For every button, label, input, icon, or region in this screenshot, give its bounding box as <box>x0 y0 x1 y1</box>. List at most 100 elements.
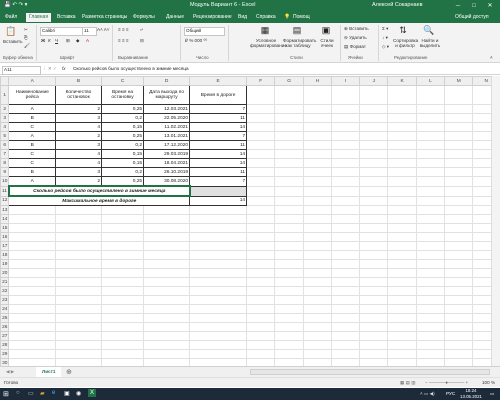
cell[interactable] <box>331 158 361 168</box>
cell[interactable] <box>302 295 333 305</box>
sort-filter-icon[interactable]: ⇅ <box>396 24 410 36</box>
cell[interactable] <box>387 313 417 323</box>
max-time-label-cell[interactable]: Максимальное время в дороге <box>8 195 191 206</box>
table-cell[interactable]: 4 <box>54 122 103 132</box>
cell[interactable] <box>246 176 276 187</box>
cell[interactable] <box>331 232 361 242</box>
row-header[interactable]: 19 <box>0 259 10 269</box>
column-header[interactable]: E <box>189 76 248 86</box>
sheet-nav-arrows[interactable]: ◀ ▶ <box>6 369 14 375</box>
cell[interactable] <box>331 313 361 323</box>
cell[interactable] <box>359 340 389 350</box>
cell[interactable] <box>246 304 276 314</box>
cell[interactable] <box>444 259 474 269</box>
table-cell[interactable]: 2 <box>54 104 103 114</box>
cell[interactable] <box>54 286 103 296</box>
cell[interactable] <box>359 313 389 323</box>
cell[interactable] <box>8 223 56 233</box>
cell[interactable] <box>444 232 474 242</box>
clear-icon[interactable]: ◇ ▾ <box>382 44 389 50</box>
cell[interactable] <box>415 167 446 177</box>
cell[interactable] <box>302 277 333 287</box>
cell[interactable] <box>444 167 474 177</box>
paste-button[interactable]: Вставить <box>3 39 22 44</box>
cell[interactable] <box>100 322 145 332</box>
cell[interactable] <box>444 241 474 251</box>
fill-icon[interactable]: ↓ ▾ <box>382 35 388 41</box>
cell[interactable] <box>444 131 474 141</box>
winter-trips-value-cell[interactable] <box>189 185 248 197</box>
font-color-icon[interactable]: A <box>86 38 89 43</box>
cell[interactable] <box>246 195 276 206</box>
cell[interactable] <box>246 232 276 242</box>
cell[interactable] <box>100 268 145 278</box>
cell[interactable] <box>302 113 333 123</box>
cell[interactable] <box>274 214 304 224</box>
cell[interactable] <box>274 241 304 251</box>
cell[interactable] <box>415 277 446 287</box>
cell[interactable] <box>359 331 389 341</box>
cell[interactable] <box>189 214 248 224</box>
table-cell[interactable]: 0,2 <box>100 140 145 150</box>
format-cells-button[interactable]: ▤ Формат <box>344 44 366 50</box>
cell[interactable] <box>246 214 276 224</box>
cell[interactable] <box>444 223 474 233</box>
cell[interactable] <box>54 322 103 332</box>
cell[interactable] <box>274 250 304 260</box>
tab-help[interactable]: Справка <box>256 14 276 20</box>
close-button[interactable]: ✕ <box>484 1 496 11</box>
cell[interactable] <box>8 295 56 305</box>
cell[interactable] <box>189 349 248 359</box>
borders-icon[interactable]: ⊞ <box>66 38 70 44</box>
cell[interactable] <box>143 349 191 359</box>
cell[interactable] <box>143 214 191 224</box>
cell[interactable] <box>331 295 361 305</box>
cell[interactable] <box>415 322 446 332</box>
cell[interactable] <box>302 85 333 105</box>
cell[interactable] <box>143 295 191 305</box>
task-view-icon[interactable]: ▭ <box>28 390 34 397</box>
cell[interactable] <box>143 304 191 314</box>
cell[interactable] <box>331 131 361 141</box>
cell[interactable] <box>444 313 474 323</box>
cell[interactable] <box>444 149 474 159</box>
cell[interactable] <box>331 250 361 260</box>
search-icon[interactable]: ○ <box>16 390 20 396</box>
table-cell[interactable]: B <box>8 113 56 123</box>
excel-taskbar-icon[interactable]: X <box>88 389 97 397</box>
table-cell[interactable]: 13.01.2021 <box>143 131 191 141</box>
cell[interactable] <box>189 241 248 251</box>
find-select-button[interactable]: Найти и выделить <box>419 38 441 48</box>
cell[interactable] <box>415 241 446 251</box>
cell[interactable] <box>415 185 446 197</box>
cell[interactable] <box>189 304 248 314</box>
cell[interactable] <box>302 259 333 269</box>
table-cell[interactable]: 0,2 <box>100 167 145 177</box>
cell[interactable] <box>100 232 145 242</box>
cell[interactable] <box>387 223 417 233</box>
cell[interactable] <box>100 313 145 323</box>
tray-icons[interactable]: ˄ ▭ ◀) <box>420 391 435 397</box>
number-format-select[interactable]: Общий <box>184 27 225 36</box>
column-header[interactable]: G <box>274 76 304 86</box>
cell[interactable] <box>331 167 361 177</box>
header-cell[interactable]: Наименование рейса <box>8 85 56 105</box>
cell[interactable] <box>331 176 361 187</box>
tab-review[interactable]: Рецензирование <box>193 14 232 20</box>
cell[interactable] <box>189 277 248 287</box>
cell[interactable] <box>8 214 56 224</box>
cell[interactable] <box>302 340 333 350</box>
wrap-text-icon[interactable]: ⤶ <box>140 27 143 32</box>
cell[interactable] <box>359 214 389 224</box>
cell[interactable] <box>100 223 145 233</box>
column-header[interactable]: A <box>8 76 56 86</box>
cell[interactable] <box>246 113 276 123</box>
cell[interactable] <box>359 205 389 215</box>
cell[interactable] <box>331 286 361 296</box>
formula-icons[interactable]: ⋮ ✕ ✓ <box>42 66 57 72</box>
cell[interactable] <box>54 295 103 305</box>
cell[interactable] <box>274 167 304 177</box>
cell[interactable] <box>331 322 361 332</box>
cell[interactable] <box>302 241 333 251</box>
cell[interactable] <box>415 223 446 233</box>
